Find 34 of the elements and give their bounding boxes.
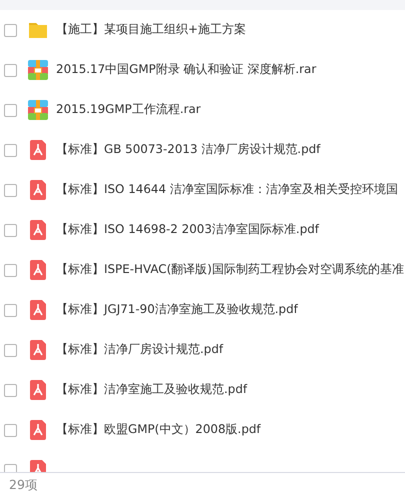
file-name[interactable]: 【标准】洁净室施工及验收规范.pdf [56,381,248,399]
file-name[interactable]: 【标准】ISPE-HVAC(翻译版)国际制药工程协会对空调系统的基准 [56,261,404,279]
file-name[interactable]: 2015.17中国GMP附录 确认和验证 深度解析.rar [56,61,316,79]
checkbox[interactable] [4,184,17,196]
file-name[interactable]: 【标准】ISO 14698-2 2003洁净室国际标准.pdf [56,221,319,239]
checkbox[interactable] [4,424,17,436]
checkbox[interactable] [4,24,17,36]
file-name[interactable]: 【标准】JGJ71-90洁净室施工及验收规范.pdf [56,301,298,319]
pdf-icon [28,300,48,320]
pdf-icon [28,180,48,200]
archive-icon [28,100,48,120]
pdf-icon [28,140,48,160]
checkbox[interactable] [4,384,17,396]
item-count: 29项 [9,476,38,494]
checkbox[interactable] [4,344,17,356]
checkbox[interactable] [4,104,17,116]
file-name[interactable]: 【标准】GB 50073-2013 洁净厂房设计规范.pdf [56,141,320,159]
checkbox[interactable] [4,224,17,236]
archive-icon [28,60,48,80]
file-name[interactable]: 【标准】洁净厂房设计规范.pdf [56,341,224,359]
checkbox[interactable] [4,144,17,156]
pdf-icon [28,420,48,440]
pdf-icon [28,220,48,240]
folder-icon [28,20,48,40]
pdf-icon [28,380,48,400]
file-name[interactable]: 2015.19GMP工作流程.rar [56,101,201,119]
file-name[interactable]: 【标准】欧盟GMP(中文）2008版.pdf [56,421,261,439]
checkbox[interactable] [4,304,17,316]
pdf-icon [28,340,48,360]
file-name[interactable]: 【施工】某项目施工组织+施工方案 [56,21,246,39]
file-name[interactable]: 【标准】ISO 14644 洁净室国际标准：洁净室及相关受控环境国 [56,181,398,199]
checkbox[interactable] [4,64,17,76]
checkbox[interactable] [4,264,17,276]
pdf-icon [28,260,48,280]
